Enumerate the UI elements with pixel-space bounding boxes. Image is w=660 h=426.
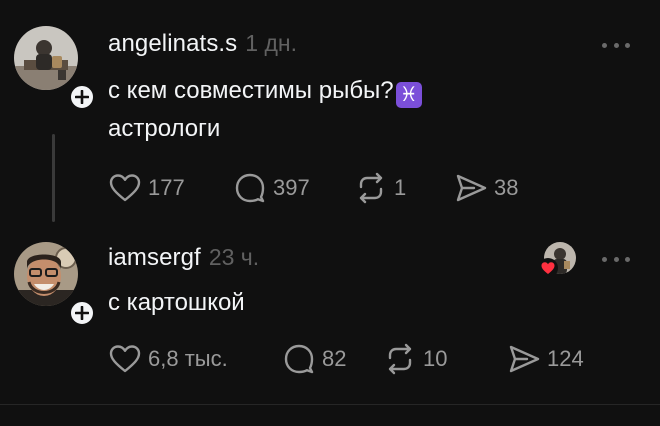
plus-icon	[75, 306, 89, 320]
like-count: 6,8 тыс.	[148, 346, 228, 371]
comment-count: 397	[273, 175, 310, 200]
like-button[interactable]: 177	[108, 172, 233, 204]
thread-line	[52, 134, 55, 222]
action-bar: 6,8 тыс. 82 10 124	[108, 343, 584, 375]
like-count: 177	[148, 175, 185, 200]
post-header: iamsergf 23 ч.	[108, 244, 259, 272]
comment-button[interactable]: 82	[282, 343, 383, 375]
repost-button[interactable]: 10	[383, 343, 507, 375]
send-icon	[456, 174, 487, 202]
post-text-line: с кем совместимы рыбы?	[108, 77, 394, 104]
heart-icon	[109, 345, 141, 373]
share-button[interactable]: 124	[507, 343, 584, 375]
post[interactable]: iamsergf 23 ч. с картошкой 6,8 тыс. 82 1…	[0, 228, 660, 406]
username[interactable]: angelinats.s	[108, 30, 237, 58]
liked-by-author	[538, 242, 578, 278]
post-text-line: астрологи	[108, 115, 221, 142]
share-button[interactable]: 38	[454, 172, 518, 204]
username[interactable]: iamsergf	[108, 244, 201, 272]
post[interactable]: angelinats.s 1 дн. с кем совместимы рыбы…	[0, 0, 660, 228]
comment-bubble-icon	[235, 173, 265, 203]
share-count: 38	[494, 175, 519, 200]
post-text: с картошкой	[108, 284, 245, 322]
follow-button[interactable]	[68, 299, 96, 327]
post-header: angelinats.s 1 дн.	[108, 30, 297, 58]
more-dots-icon[interactable]	[602, 254, 630, 264]
pisces-emoji-icon: ♓	[395, 82, 422, 108]
heart-badge-icon	[538, 258, 558, 278]
avatar[interactable]	[14, 242, 78, 306]
heart-icon	[109, 174, 141, 202]
comment-button[interactable]: 397	[233, 172, 354, 204]
timestamp: 1 дн.	[245, 30, 297, 56]
share-count: 124	[547, 346, 584, 371]
repost-count: 1	[394, 175, 407, 200]
repost-count: 10	[423, 346, 448, 371]
more-dots-icon[interactable]	[602, 40, 630, 50]
post-text: с кем совместимы рыбы? ♓ астрологи	[108, 72, 422, 148]
repost-icon	[359, 172, 383, 204]
post-text-line: с картошкой	[108, 289, 245, 316]
like-button[interactable]: 6,8 тыс.	[108, 343, 282, 375]
thread-feed: angelinats.s 1 дн. с кем совместимы рыбы…	[0, 0, 660, 426]
repost-icon	[388, 343, 412, 375]
comment-bubble-icon	[284, 344, 314, 374]
follow-button[interactable]	[68, 83, 96, 111]
timestamp: 23 ч.	[208, 244, 260, 270]
send-icon	[509, 345, 540, 373]
avatar[interactable]	[14, 26, 78, 90]
plus-icon	[75, 90, 89, 104]
repost-button[interactable]: 1	[354, 172, 454, 204]
action-bar: 177 397 1 38	[108, 172, 518, 204]
divider	[0, 404, 660, 405]
comment-count: 82	[322, 346, 347, 371]
